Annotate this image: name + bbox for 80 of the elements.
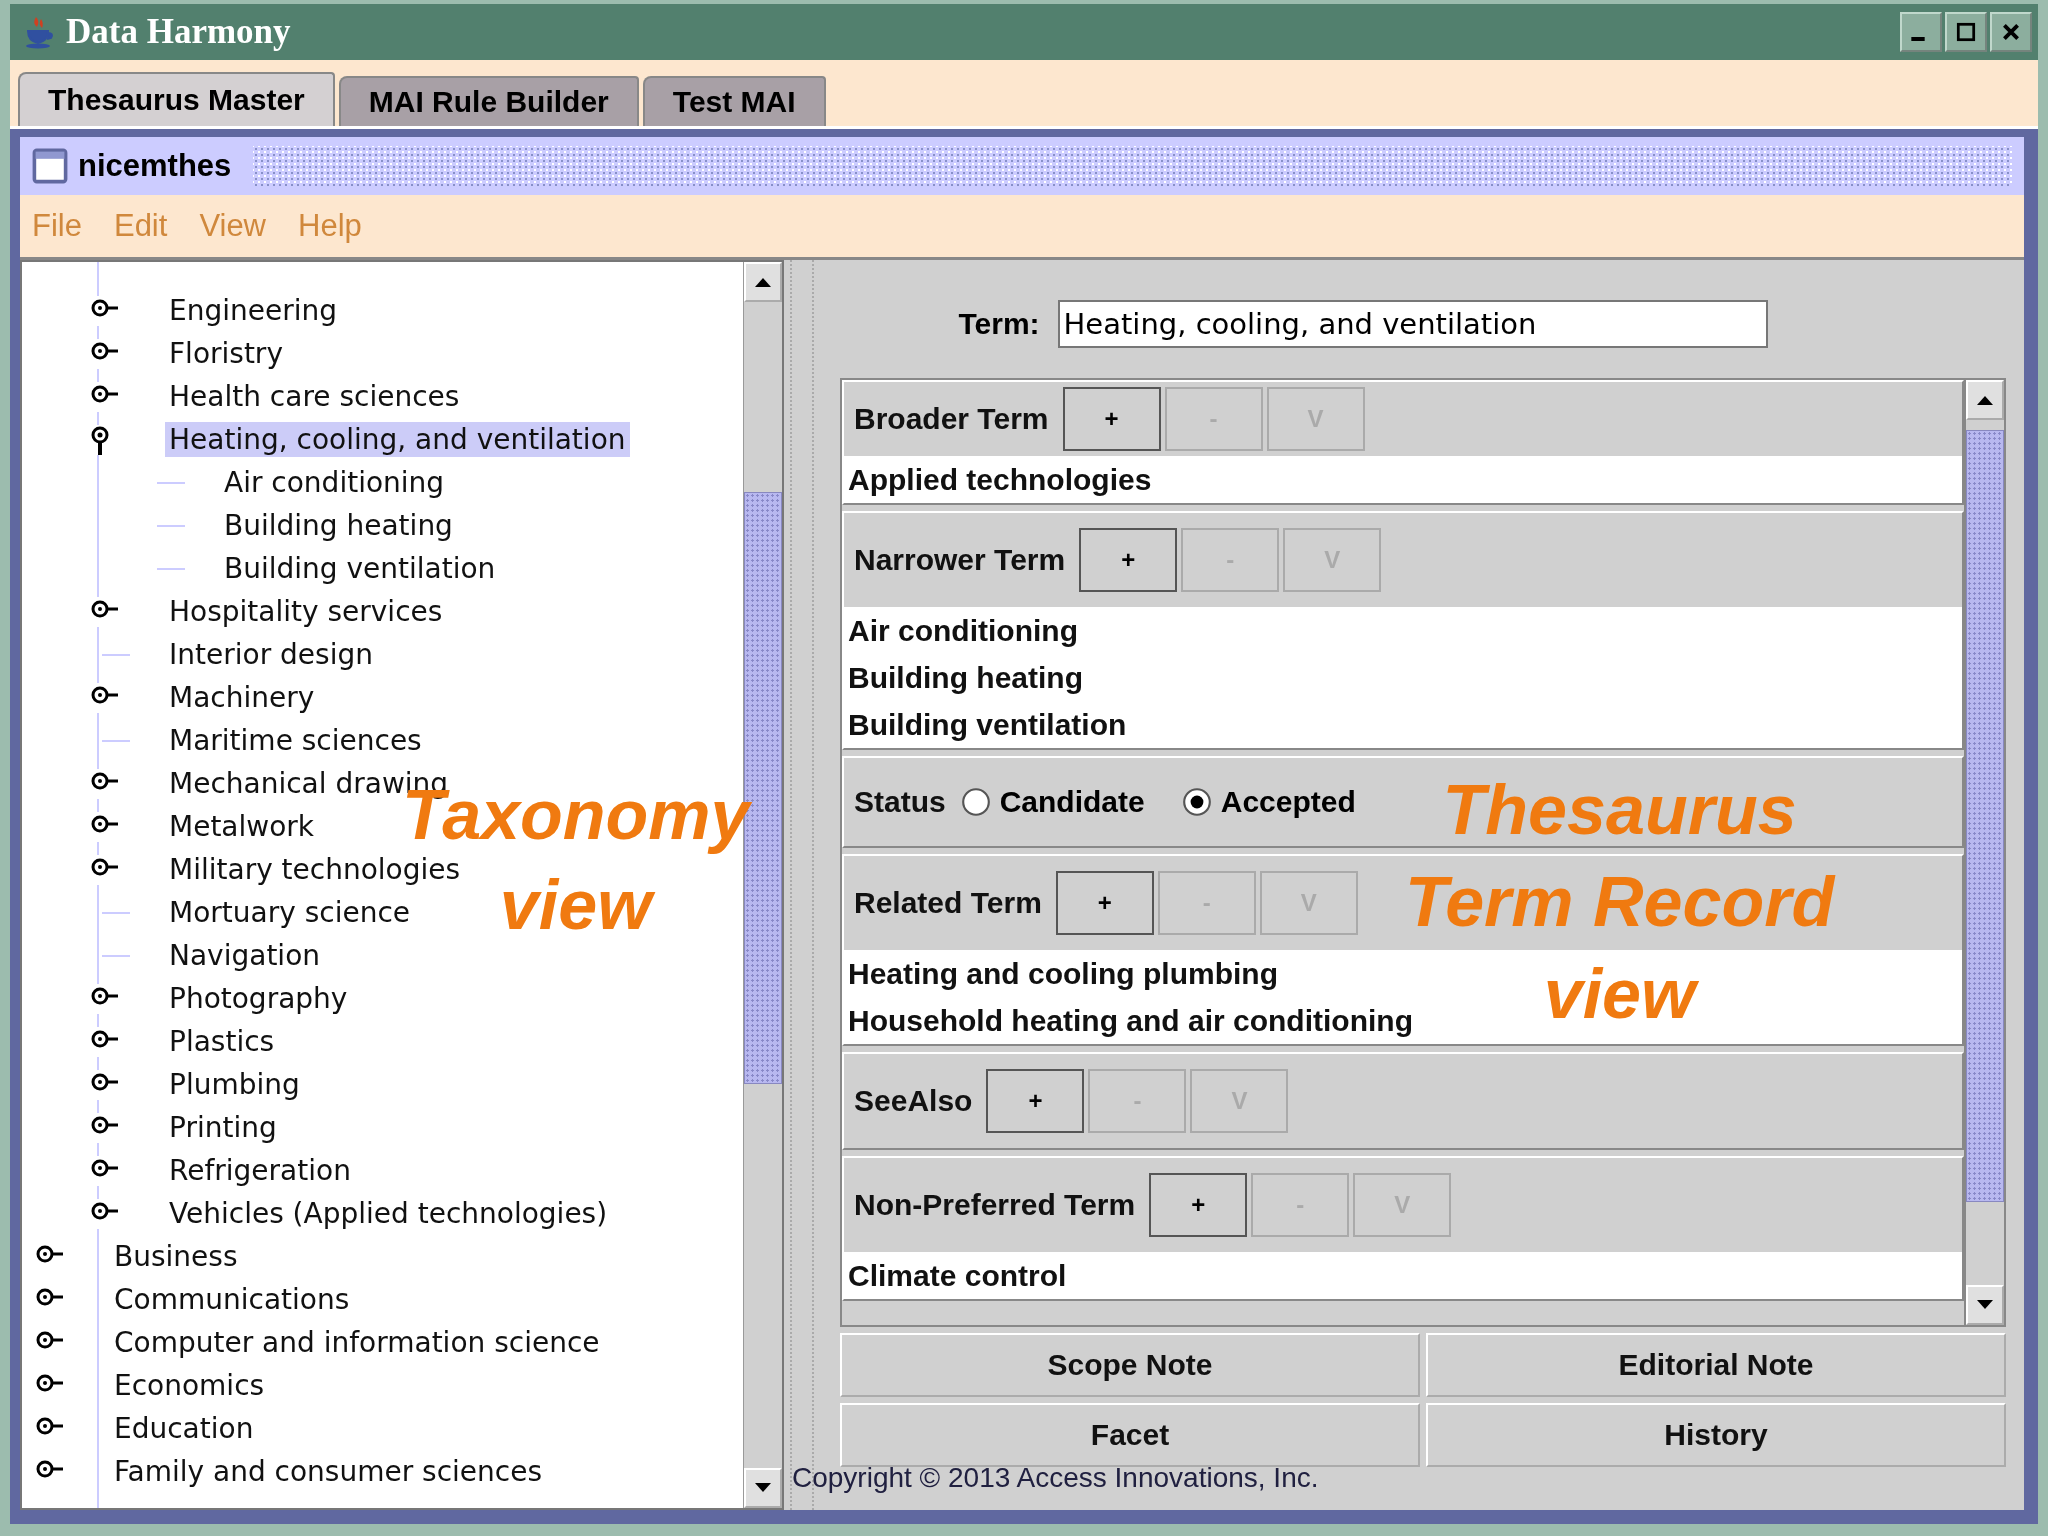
scroll-up-button[interactable] xyxy=(1966,380,2004,420)
annotation-text: Thesaurus xyxy=(1442,775,1797,845)
tree-item[interactable]: Building ventilation xyxy=(220,551,500,586)
section-label: Status xyxy=(854,785,946,819)
term-action-button[interactable]: + xyxy=(986,1069,1085,1133)
radio-option[interactable]: Candidate xyxy=(959,785,1145,819)
up-arrow-icon xyxy=(1975,394,1995,406)
section-label: SeeAlso xyxy=(854,1084,973,1118)
tree-item[interactable]: Building heating xyxy=(220,508,457,543)
radio-icon[interactable] xyxy=(959,786,992,818)
minimize-button[interactable] xyxy=(1900,12,1942,52)
tree-item[interactable]: Photography xyxy=(165,981,352,1016)
tree-item[interactable]: Navigation xyxy=(165,938,325,973)
term-list-item[interactable]: Building heating xyxy=(844,654,1083,701)
maximize-button[interactable] xyxy=(1945,12,1987,52)
tree-item[interactable]: Hospitality services xyxy=(165,594,447,629)
frame-title: nicemthes xyxy=(78,148,232,184)
minimize-icon xyxy=(1911,37,1925,41)
tree-item[interactable]: Refrigeration xyxy=(165,1153,355,1188)
term-action-button[interactable]: + xyxy=(1055,871,1154,935)
tree-item[interactable]: Printing xyxy=(165,1110,281,1145)
tree-item[interactable]: Economics xyxy=(110,1368,269,1403)
window-title: Data Harmony xyxy=(66,12,291,52)
section-label: Related Term xyxy=(854,886,1042,920)
section-label: Broader Term xyxy=(854,402,1049,436)
tree-item[interactable]: Plumbing xyxy=(165,1067,304,1102)
tree-item[interactable]: Vehicles (Applied technologies) xyxy=(165,1196,612,1231)
tree-item[interactable]: Family and consumer sciences xyxy=(110,1454,547,1489)
note-button[interactable]: Editorial Note xyxy=(1426,1333,2006,1397)
tab[interactable]: Thesaurus Master xyxy=(18,72,335,126)
tree-item[interactable]: Communications xyxy=(110,1282,354,1317)
term-action-button[interactable]: + xyxy=(1149,1173,1248,1237)
tab[interactable]: MAI Rule Builder xyxy=(338,76,639,126)
note-button[interactable]: Facet xyxy=(840,1403,1420,1467)
term-list-item[interactable]: Heating and cooling plumbing xyxy=(844,950,1278,997)
tree-item[interactable]: Maritime sciences xyxy=(165,723,426,758)
radio-icon[interactable] xyxy=(1180,786,1213,818)
tree-item[interactable]: Computer and information science xyxy=(110,1325,604,1360)
scroll-thumb[interactable] xyxy=(1966,430,2004,1202)
term-list-item[interactable]: Building ventilation xyxy=(844,701,1127,748)
tree-item[interactable]: Education xyxy=(110,1411,258,1446)
tree-item[interactable]: Business xyxy=(110,1239,242,1274)
close-button[interactable] xyxy=(1990,12,2032,52)
term-list-item[interactable]: Climate control xyxy=(844,1252,1067,1299)
term-list-item[interactable]: Household heating and air conditioning xyxy=(844,997,1413,1044)
term-action-button[interactable]: + xyxy=(1062,387,1161,451)
scrollbar-track[interactable] xyxy=(1964,380,2004,1325)
down-arrow-icon xyxy=(753,1482,773,1494)
term-field[interactable]: Heating, cooling, and ventilation xyxy=(1057,300,1768,348)
tree-item[interactable]: Machinery xyxy=(165,680,319,715)
scroll-down-button[interactable] xyxy=(1966,1285,2004,1325)
term-list-item[interactable]: Air conditioning xyxy=(844,607,1078,654)
tree-item[interactable]: Engineering xyxy=(165,293,341,328)
section-label: Narrower Term xyxy=(854,543,1066,577)
close-icon xyxy=(2000,21,2022,43)
tree-item[interactable]: Metalwork xyxy=(165,809,319,844)
tree-item[interactable]: Military technologies xyxy=(165,852,465,887)
scroll-up-button[interactable] xyxy=(744,262,782,302)
cup-icon xyxy=(24,15,54,49)
window-icon xyxy=(32,148,68,184)
maximize-icon xyxy=(1955,21,1977,43)
term-label: Term: xyxy=(958,307,1040,341)
note-button[interactable]: Scope Note xyxy=(840,1333,1420,1397)
note-button[interactable]: History xyxy=(1426,1403,2006,1467)
tree-item[interactable]: Floristry xyxy=(165,336,287,371)
scroll-down-button[interactable] xyxy=(744,1468,782,1508)
tree-item[interactable]: Plastics xyxy=(165,1024,279,1059)
tree-item[interactable]: Air conditioning xyxy=(220,465,449,500)
term-action-button[interactable]: + xyxy=(1079,528,1178,592)
annotation-text: Term Record xyxy=(1405,867,1835,937)
tree-item[interactable]: Mortuary science xyxy=(165,895,415,930)
up-arrow-icon xyxy=(753,276,773,288)
section-label: Non-Preferred Term xyxy=(854,1188,1136,1222)
tree-item[interactable]: Interior design xyxy=(165,637,377,672)
down-arrow-icon xyxy=(1975,1299,1995,1311)
term-list-item[interactable]: Applied technologies xyxy=(844,456,1152,503)
tree-item[interactable]: Health care sciences xyxy=(165,379,464,414)
tree-item[interactable]: Heating, cooling, and ventilation xyxy=(165,422,630,457)
tab[interactable]: Test MAI xyxy=(642,76,826,126)
radio-option[interactable]: Accepted xyxy=(1180,785,1356,819)
